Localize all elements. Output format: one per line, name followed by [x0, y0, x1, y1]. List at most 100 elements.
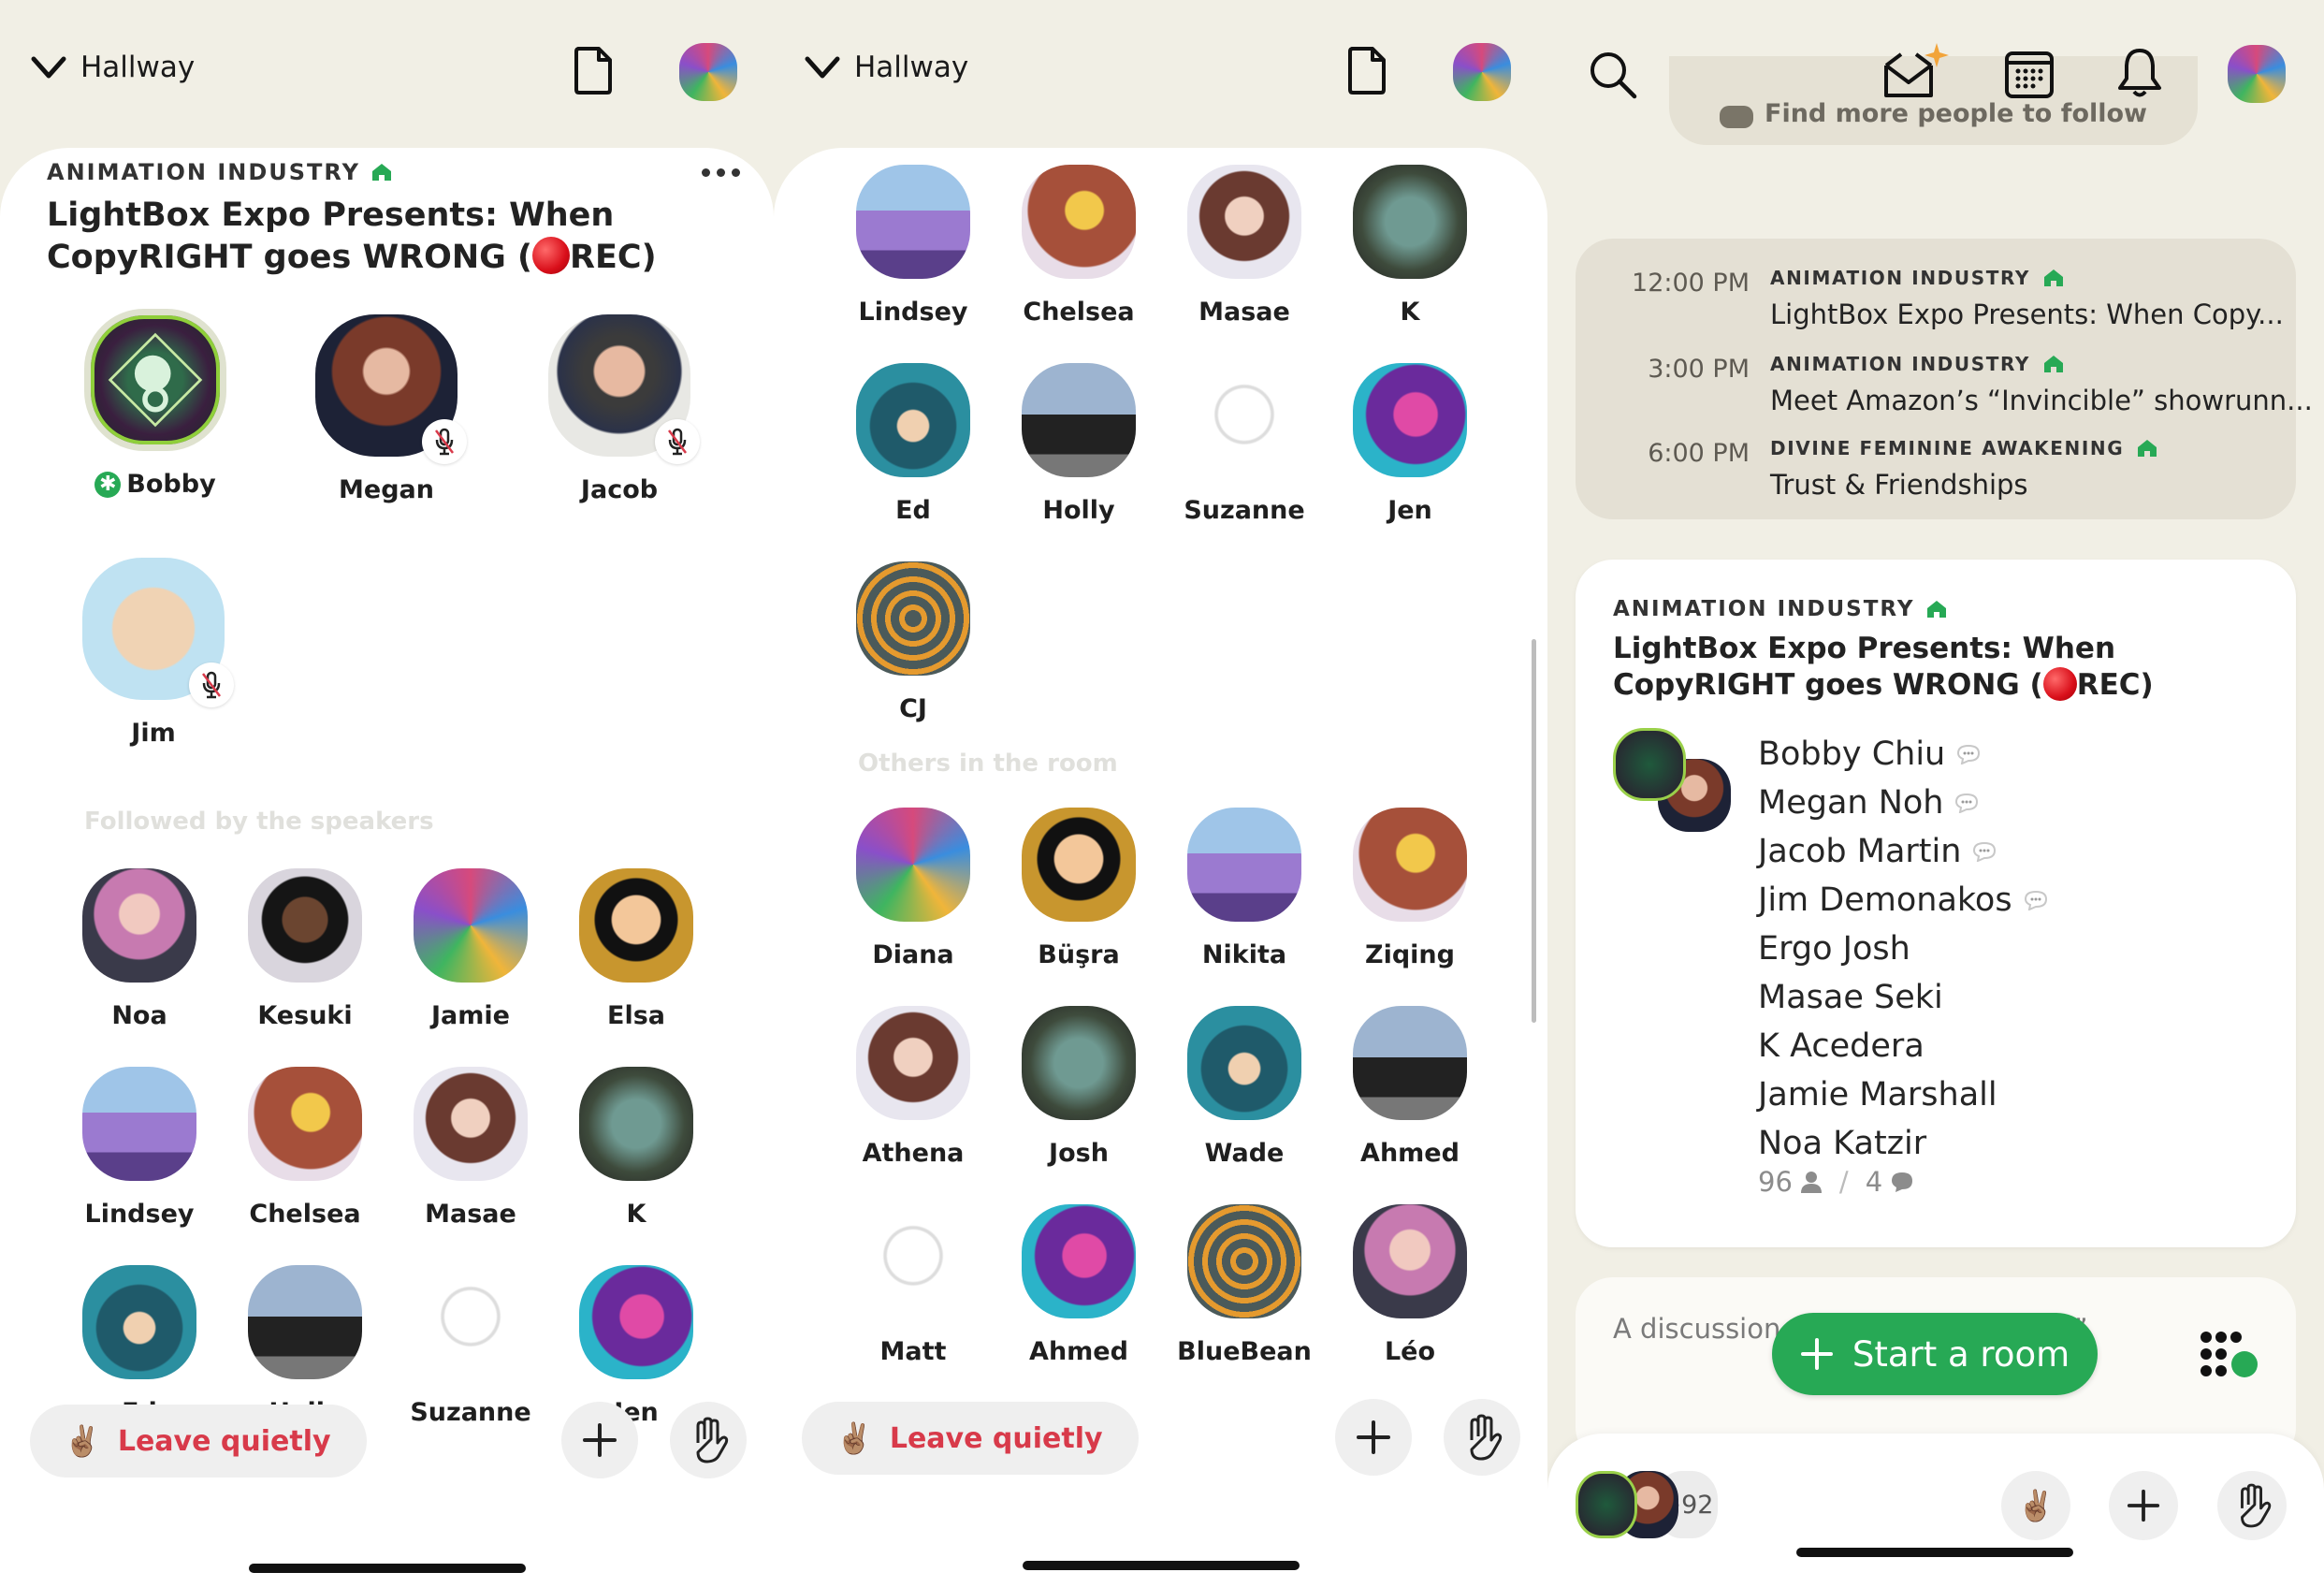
hallway-button[interactable]: Hallway	[30, 51, 195, 84]
listener-avatar-item[interactable]: Ahmed	[1009, 1204, 1149, 1366]
listener-avatar-item[interactable]: Kesuki	[235, 868, 375, 1030]
room-card: ANIMATION INDUSTRY LightBox Expo Present…	[0, 148, 774, 1587]
room-title: LightBox Expo Presents: When CopyRIGHT g…	[47, 195, 720, 279]
avatar	[1353, 363, 1467, 477]
listener-avatar-item[interactable]: Diana	[843, 808, 983, 969]
speaker-jacob[interactable]: Jacob	[516, 314, 722, 504]
listener-avatar-item[interactable]: Wade	[1174, 1006, 1315, 1168]
scrollbar[interactable]	[1532, 639, 1536, 1023]
listener-avatar-item[interactable]: Elsa	[566, 868, 706, 1030]
leave-quietly-button[interactable]: ✌🏽 Leave quietly	[802, 1402, 1139, 1475]
calendar-icon[interactable]	[2004, 49, 2055, 99]
avatar	[84, 309, 226, 451]
listener-avatar-item[interactable]: Ahmed	[1340, 1006, 1480, 1168]
speaking-bubble-icon	[2024, 890, 2047, 910]
speaker-name: Jim	[131, 719, 176, 748]
listener-avatar-item[interactable]: Matt	[843, 1204, 983, 1366]
listener-avatar-item[interactable]: Lindsey	[69, 1067, 210, 1229]
listener-avatar-item[interactable]: Josh	[1009, 1006, 1149, 1168]
raise-hand-button[interactable]	[670, 1402, 747, 1478]
listener-avatar-item[interactable]: Holly	[235, 1265, 375, 1427]
upcoming-schedule[interactable]: 12:00 PM ANIMATION INDUSTRY LightBox Exp…	[1576, 239, 2313, 519]
listener-avatar-item[interactable]: Chelsea	[235, 1067, 375, 1229]
leave-quietly-button[interactable]: ✌🏽	[2001, 1471, 2070, 1540]
listener-avatar-item[interactable]: Athena	[843, 1006, 983, 1168]
document-icon[interactable]	[1346, 45, 1387, 95]
raise-hand-button[interactable]	[1444, 1399, 1520, 1476]
club-name: ANIMATION INDUSTRY	[1613, 597, 1915, 621]
listener-avatar-item[interactable]: Büşra	[1009, 808, 1149, 969]
plus-icon	[1357, 1420, 1390, 1454]
hallway-button[interactable]: Hallway	[804, 51, 968, 84]
schedule-club: DIVINE FEMININE AWAKENING	[1770, 437, 2125, 459]
listener-avatar-item[interactable]: CJ	[843, 561, 983, 723]
avatar	[1022, 165, 1136, 279]
avatar	[1187, 165, 1301, 279]
muted-mic-icon	[655, 419, 700, 464]
listener-avatar-item[interactable]: Jen	[1340, 363, 1480, 525]
avatar	[579, 1265, 693, 1379]
avatar	[579, 1067, 693, 1181]
room-panel-speakers: Hallway ANIMATION INDUSTRY LightBox Expo…	[0, 0, 774, 1587]
speaker-bobby[interactable]: ✱ Bobby	[52, 309, 258, 499]
invite-envelope-icon[interactable]	[1882, 41, 1954, 101]
avatar	[579, 868, 693, 983]
add-button[interactable]	[561, 1402, 638, 1478]
listener-avatar-item[interactable]: Lindsey	[843, 165, 983, 327]
home-indicator	[1796, 1548, 2073, 1557]
listener-avatar-item[interactable]: Nikita	[1174, 808, 1315, 969]
schedule-item[interactable]: 6:00 PM DIVINE FEMININE AWAKENING Trust …	[1576, 433, 2296, 508]
more-options-button[interactable]	[702, 168, 740, 177]
speaker-jim[interactable]: Jim	[51, 558, 256, 748]
add-button[interactable]	[2109, 1471, 2178, 1540]
participant-row: Masae Seki	[1758, 973, 2048, 1022]
listener-avatar-item[interactable]: Holly	[1009, 363, 1149, 525]
listener-name: Wade	[1204, 1139, 1285, 1168]
raise-hand-button[interactable]	[2217, 1471, 2287, 1540]
listener-avatar-item[interactable]: Noa	[69, 868, 210, 1030]
room-title-text: LightBox Expo Presents: When CopyRIGHT g…	[47, 197, 615, 276]
listener-avatar-item[interactable]: K	[566, 1067, 706, 1229]
bell-icon[interactable]	[2116, 47, 2163, 99]
club-label[interactable]: ANIMATION INDUSTRY	[47, 159, 392, 185]
club-label[interactable]: ANIMATION INDUSTRY	[1613, 597, 1947, 621]
speaker-megan[interactable]: Megan	[283, 314, 489, 504]
listener-avatar-item[interactable]: Masae	[1174, 165, 1315, 327]
add-people-icon	[1720, 106, 1753, 128]
document-icon[interactable]	[573, 45, 614, 95]
profile-avatar[interactable]	[679, 43, 737, 101]
house-icon	[2043, 356, 2063, 372]
profile-avatar[interactable]	[1453, 43, 1511, 101]
listener-avatar-item[interactable]: Léo	[1340, 1204, 1480, 1366]
listener-avatar-item[interactable]: K	[1340, 165, 1480, 327]
leave-quietly-button[interactable]: ✌🏽 Leave quietly	[30, 1405, 367, 1478]
live-room-card[interactable]: ANIMATION INDUSTRY LightBox Expo Present…	[1576, 560, 2296, 1247]
listener-avatar-item[interactable]: Ed	[69, 1265, 210, 1427]
profile-avatar[interactable]	[2228, 45, 2286, 103]
participant-row: Jamie Marshall	[1758, 1070, 2048, 1119]
listener-avatar-item[interactable]: Ziqing	[1340, 808, 1480, 969]
start-room-button[interactable]: Start a room	[1772, 1313, 2098, 1395]
listener-avatar-item[interactable]: Suzanne	[400, 1265, 541, 1427]
listener-name: Suzanne	[410, 1398, 531, 1427]
listener-avatar-item[interactable]: BlueBean	[1174, 1204, 1315, 1366]
listener-avatar-item[interactable]: Ed	[843, 363, 983, 525]
house-icon	[371, 164, 391, 181]
room-preview-text: A discussion	[1613, 1313, 1781, 1345]
schedule-item[interactable]: 3:00 PM ANIMATION INDUSTRY Meet Amazon’s…	[1576, 349, 2313, 424]
listener-avatar-item[interactable]: Chelsea	[1009, 165, 1149, 327]
avatar	[1187, 1006, 1301, 1120]
listener-avatar-item[interactable]: Suzanne	[1174, 363, 1315, 525]
chevron-down-icon	[805, 56, 840, 79]
backchannel-icon[interactable]	[2198, 1329, 2263, 1385]
schedule-item[interactable]: 12:00 PM ANIMATION INDUSTRY LightBox Exp…	[1576, 263, 2296, 338]
avatar	[414, 1067, 528, 1181]
muted-mic-icon	[189, 662, 234, 707]
speaking-bubble-icon	[1955, 793, 1979, 813]
search-icon[interactable]	[1587, 49, 1639, 101]
participant-row: Noa Katzir	[1758, 1119, 2048, 1168]
add-button[interactable]	[1335, 1399, 1412, 1476]
mini-room-dock[interactable]: +92 ✌🏽	[1547, 1434, 2324, 1587]
listener-avatar-item[interactable]: Masae	[400, 1067, 541, 1229]
listener-avatar-item[interactable]: Jamie	[400, 868, 541, 1030]
